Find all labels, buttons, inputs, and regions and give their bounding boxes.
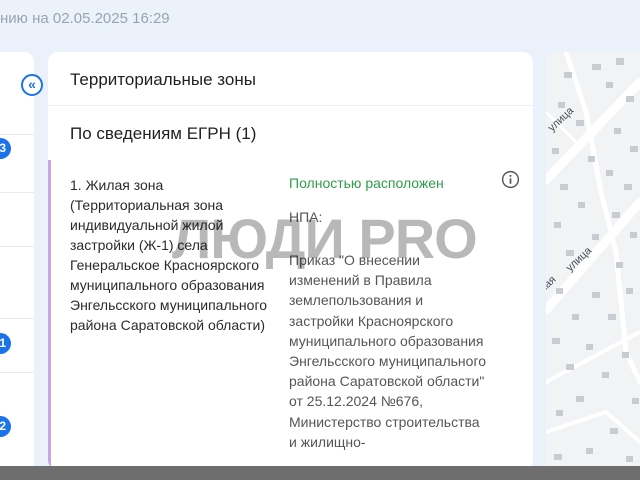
collapse-panel-button[interactable]: « xyxy=(21,74,43,96)
watermark: ЛЮДИ PRO xyxy=(172,207,478,270)
map-canvas[interactable]: улица улица кая xyxy=(546,52,640,470)
info-icon[interactable] xyxy=(501,170,520,189)
bottom-bar xyxy=(0,466,640,480)
section-title: По сведениям ЕГРН (1) xyxy=(70,124,257,143)
map-panel[interactable]: улица улица кая xyxy=(546,52,640,470)
left-panel: 3 1 2 xyxy=(0,52,34,470)
zone-status: Полностью расположен xyxy=(289,175,444,191)
count-badge[interactable]: 1 xyxy=(0,333,11,354)
update-timestamp: нию на 02.05.2025 16:29 xyxy=(0,10,170,27)
divider xyxy=(0,134,34,135)
card-title: Территориальные зоны xyxy=(70,70,256,89)
divider xyxy=(0,318,34,319)
count-badge[interactable]: 3 xyxy=(0,138,11,159)
double-chevron-left-icon: « xyxy=(28,76,36,92)
divider xyxy=(48,105,533,106)
item-accent-bar xyxy=(48,160,51,470)
divider xyxy=(0,246,34,247)
count-badge[interactable]: 2 xyxy=(0,416,11,437)
divider xyxy=(0,192,34,193)
npa-text: Приказ "О внесении изменений в Правила з… xyxy=(289,252,487,450)
divider xyxy=(0,372,34,373)
street-label: улица xyxy=(546,104,577,134)
top-bar: нию на 02.05.2025 16:29 xyxy=(0,0,640,38)
